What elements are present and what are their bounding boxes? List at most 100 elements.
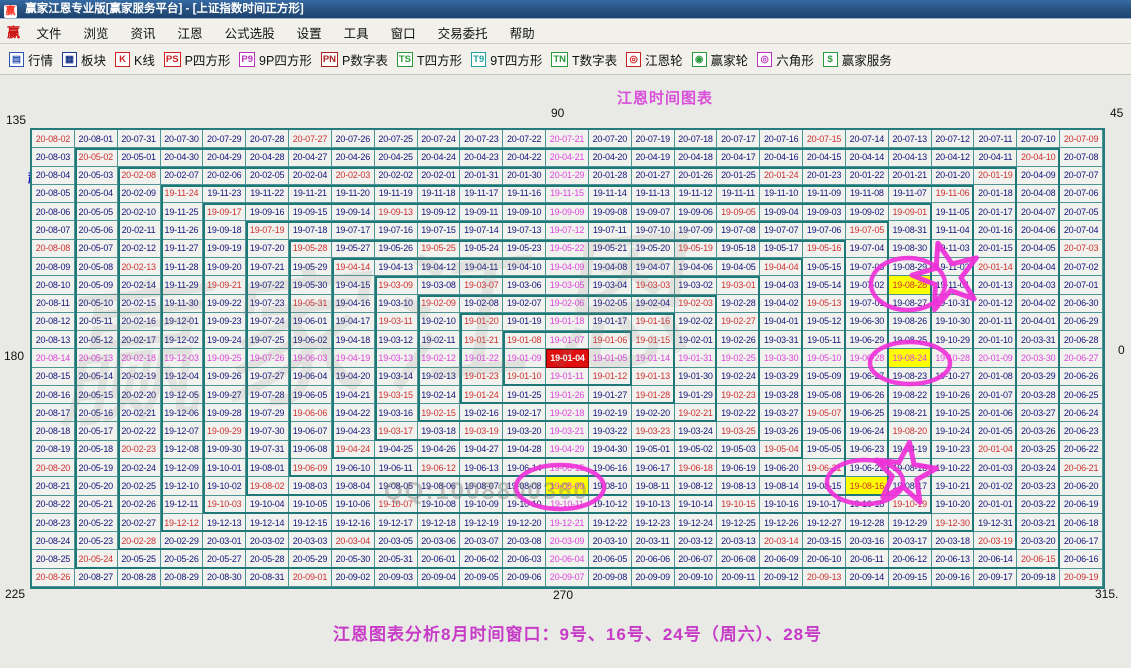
- date-cell: 20-09-10: [675, 569, 718, 587]
- date-grid: 20-08-0220-08-0120-07-3120-07-3020-07-29…: [32, 130, 1103, 587]
- date-cell: 20-01-24: [760, 167, 803, 185]
- menu-item-2[interactable]: 浏览: [73, 19, 120, 43]
- date-cell: 19-07-10: [632, 221, 675, 239]
- date-cell: 19-05-16: [803, 240, 846, 258]
- date-cell: 19-07-07: [760, 221, 803, 239]
- p-table-icon: PN: [321, 52, 338, 67]
- date-cell: 19-03-12: [375, 331, 418, 349]
- date-cell: 19-06-21: [803, 459, 846, 477]
- date-cell: 20-07-27: [289, 130, 332, 148]
- date-cell: 20-04-29: [203, 148, 246, 166]
- menu-item-7[interactable]: 工具: [333, 19, 380, 43]
- date-cell: 20-07-18: [675, 130, 718, 148]
- date-cell: 20-06-09: [760, 550, 803, 568]
- date-cell: 20-06-14: [974, 550, 1017, 568]
- date-cell: 19-06-20: [760, 459, 803, 477]
- toolbar-item[interactable]: $赢家服务: [823, 50, 892, 69]
- date-cell: 19-02-28: [717, 295, 760, 313]
- date-cell: 20-03-12: [675, 532, 718, 550]
- date-cell: 19-06-08: [289, 441, 332, 459]
- date-cell: 19-11-29: [161, 276, 204, 294]
- date-cell: 20-09-18: [1017, 569, 1060, 587]
- date-cell: 19-05-03: [717, 441, 760, 459]
- date-cell: 19-07-25: [246, 331, 289, 349]
- date-cell: 20-03-31: [1017, 331, 1060, 349]
- toolbar-item[interactable]: PSP四方形: [164, 50, 231, 69]
- date-cell: 19-04-11: [460, 258, 503, 276]
- date-cell: 20-02-07: [161, 167, 204, 185]
- toolbar-item[interactable]: ◎江恩轮: [626, 50, 683, 69]
- menu-item-8[interactable]: 窗口: [380, 19, 427, 43]
- toolbar-item[interactable]: P99P四方形: [239, 50, 311, 69]
- menu-item-1[interactable]: 文件: [26, 19, 73, 43]
- date-cell: 19-04-27: [460, 441, 503, 459]
- date-cell: 19-11-14: [589, 185, 632, 203]
- toolbar-item[interactable]: TST四方形: [397, 50, 462, 69]
- date-cell: 19-04-12: [418, 258, 461, 276]
- date-cell: 20-01-06: [974, 404, 1017, 422]
- date-cell: 19-07-16: [375, 221, 418, 239]
- date-cell: 19-08-27: [889, 295, 932, 313]
- date-cell: 19-02-20: [632, 404, 675, 422]
- menu-item-9[interactable]: 交易委托: [427, 19, 499, 43]
- date-cell: 19-05-02: [675, 441, 718, 459]
- date-cell: 19-10-31: [932, 295, 975, 313]
- date-cell: 20-07-23: [460, 130, 503, 148]
- toolbar-item[interactable]: ▦板块: [62, 50, 106, 69]
- toolbar-item[interactable]: TNT数字表: [551, 50, 617, 69]
- date-cell: 19-03-14: [375, 368, 418, 386]
- date-cell: 19-12-08: [161, 441, 204, 459]
- date-cell: 19-07-04: [846, 240, 889, 258]
- date-cell: 19-11-02: [932, 258, 975, 276]
- date-cell: 20-08-27: [75, 569, 118, 587]
- date-cell: 20-05-04: [75, 185, 118, 203]
- toolbar-item-label: 赢家服务: [842, 50, 892, 69]
- date-cell: 20-01-21: [889, 167, 932, 185]
- date-cell: 19-05-05: [803, 441, 846, 459]
- toolbar-item[interactable]: PNP数字表: [321, 50, 388, 69]
- date-cell: 19-08-14: [760, 477, 803, 495]
- date-cell: 19-07-24: [246, 313, 289, 331]
- date-cell: 19-03-02: [675, 276, 718, 294]
- date-cell: 19-10-23: [932, 441, 975, 459]
- date-cell: 20-08-21: [32, 477, 75, 495]
- date-cell: 19-06-15: [546, 459, 589, 477]
- date-cell: 20-01-20: [932, 167, 975, 185]
- date-cell: 20-08-23: [32, 514, 75, 532]
- date-cell: 19-10-02: [203, 477, 246, 495]
- date-cell: 20-08-07: [32, 221, 75, 239]
- toolbar-item[interactable]: KK线: [115, 50, 155, 69]
- date-cell: 19-04-25: [375, 441, 418, 459]
- toolbar-item[interactable]: ◉赢家轮: [692, 50, 749, 69]
- date-cell: 19-07-31: [246, 441, 289, 459]
- menu-item-6[interactable]: 设置: [286, 19, 333, 43]
- menu-item-3[interactable]: 资讯: [120, 19, 167, 43]
- date-cell: 19-10-15: [717, 496, 760, 514]
- toolbar-item[interactable]: ▤行情: [9, 50, 53, 69]
- date-cell: 19-12-22: [589, 514, 632, 532]
- date-cell: 19-01-16: [632, 313, 675, 331]
- date-cell: 19-06-07: [289, 422, 332, 440]
- date-cell: 19-06-10: [332, 459, 375, 477]
- date-cell: 19-06-22: [846, 459, 889, 477]
- date-cell: 19-12-02: [161, 331, 204, 349]
- date-cell: 19-05-13: [803, 295, 846, 313]
- date-cell: 20-02-02: [375, 167, 418, 185]
- menu-item-4[interactable]: 江恩: [167, 19, 214, 43]
- date-cell: 19-01-09: [503, 349, 546, 367]
- date-cell: 20-02-28: [118, 532, 161, 550]
- toolbar-item[interactable]: T99T四方形: [471, 50, 542, 69]
- date-cell: 19-02-24: [717, 368, 760, 386]
- menu-item-5[interactable]: 公式选股: [214, 19, 286, 43]
- toolbar-item[interactable]: ◎六角形: [757, 50, 814, 69]
- date-cell: 19-08-08: [503, 477, 546, 495]
- date-cell: 19-08-12: [675, 477, 718, 495]
- date-cell: 19-09-01: [889, 203, 932, 221]
- date-cell: 19-09-07: [632, 203, 675, 221]
- date-cell: 19-01-15: [632, 331, 675, 349]
- kline-icon: K: [115, 52, 130, 67]
- date-cell: 19-03-19: [460, 422, 503, 440]
- date-cell: 20-03-14: [760, 532, 803, 550]
- date-cell: 19-10-20: [932, 496, 975, 514]
- menu-item-10[interactable]: 帮助: [499, 19, 546, 43]
